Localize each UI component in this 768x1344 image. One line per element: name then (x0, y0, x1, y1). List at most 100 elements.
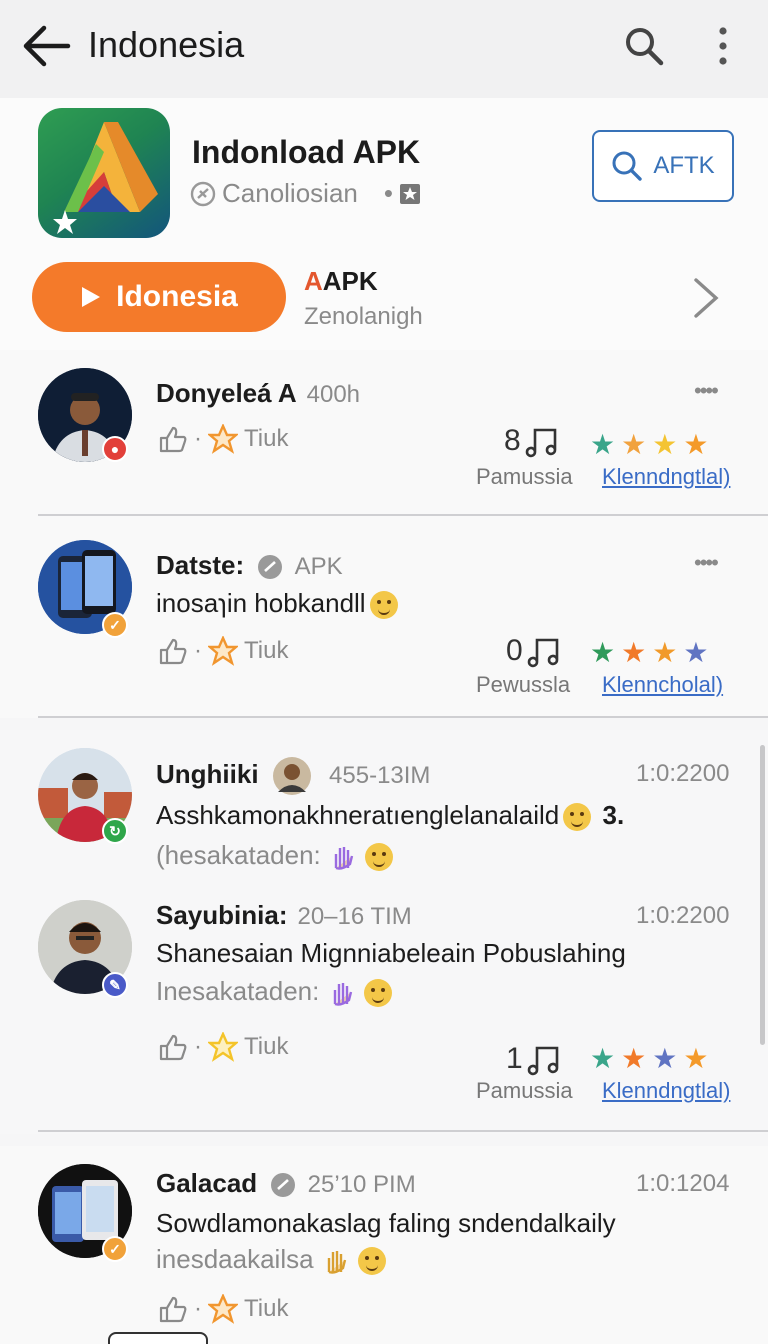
hand-emoji-icon (334, 847, 354, 870)
review-text: inosaɿin hobkandll (156, 588, 398, 620)
thumbs-up-icon[interactable] (158, 637, 188, 665)
divider (38, 514, 768, 516)
more-options-icon[interactable]: •••• (694, 378, 719, 404)
divider (38, 1130, 768, 1132)
rating-star-box-icon (399, 183, 420, 204)
search-icon (612, 151, 643, 181)
hand-emoji-icon (327, 1251, 346, 1274)
smile-emoji-icon (365, 843, 394, 872)
review-text: Sowdlamonakaslag faling sndendalkaily (156, 1208, 616, 1238)
like-label: Tiuk (244, 425, 289, 452)
app-header-card: Indonload APK Canoliosian • AFTK Idonesi… (0, 98, 768, 350)
apk-subtitle: Zenolanigh (304, 303, 423, 330)
review-subtext: (hesakataden: (156, 840, 394, 872)
install-button[interactable]: Idonesia (32, 262, 286, 332)
like-label: Tiuk (244, 637, 289, 664)
reviewer-name: Unghiiki 455-13IM (156, 756, 430, 796)
peeking-chip[interactable] (108, 1332, 208, 1344)
chevron-right-icon[interactable] (690, 274, 722, 322)
star-icon: ★ (652, 429, 678, 460)
separator-dot: • (383, 178, 393, 208)
reviewer-name: Datste: APK (156, 550, 343, 580)
aftk-search-button[interactable]: AFTK (592, 130, 734, 202)
review-text: Shanesaian Mignniabeleain Pobuslahing (156, 938, 626, 968)
star-rating: ★ ★ ★ ★ (590, 1042, 708, 1075)
star-icon: ★ (621, 1043, 647, 1074)
reviewer-name: Donyeleá A 400h (156, 378, 361, 408)
star-rating: ★ ★ ★ ★ (590, 636, 708, 669)
review-time: 1:0:2200 (636, 760, 730, 787)
thumbs-up-icon[interactable] (158, 425, 188, 453)
review-subtext: Inesakataden: (156, 976, 392, 1008)
star-icon: ★ (652, 637, 678, 668)
status-badge: ✎ (102, 972, 128, 998)
star-icon: ★ (590, 1043, 616, 1074)
more-options-icon[interactable] (708, 24, 738, 68)
install-button-label: Idonesia (116, 280, 238, 313)
review-meta: APK (294, 553, 343, 580)
status-badge: ↻ (102, 818, 128, 844)
star-icon: ★ (683, 637, 709, 668)
verified-icon (258, 555, 283, 580)
page-title: Indonesia (88, 24, 245, 65)
apk-info[interactable]: AAPK Zenolanigh (304, 266, 423, 331)
review-meta: 400h (306, 381, 361, 408)
review-actions: · Tiuk (158, 636, 288, 666)
smile-emoji-icon (363, 979, 392, 1008)
stats-label: Pewussla (476, 672, 571, 697)
count: 1 (506, 1042, 561, 1076)
search-icon[interactable] (622, 24, 666, 68)
stats-label: Pamussia (476, 464, 573, 489)
smile-emoji-icon (563, 803, 592, 832)
reviewer-name: Sayubinia: 20–16 TIM (156, 900, 412, 930)
star-icon: ★ (683, 1043, 709, 1074)
review-actions: · Tiuk (158, 1294, 288, 1324)
review-actions: · Tiuk (158, 424, 288, 454)
review-card: ● Donyeleá A 400h •••• · Tiuk 8 ★ ★ ★ ★ Pamu… (0, 350, 768, 518)
review-link[interactable]: Klenndngtlal) (602, 464, 730, 490)
review-card: ✓ Datste: APK •••• inosaɿin hobkandll · … (0, 518, 768, 718)
status-badge: ✓ (102, 1236, 128, 1262)
star-outline-icon[interactable] (208, 1294, 238, 1324)
count: 0 (506, 634, 561, 668)
developer-icon (190, 181, 216, 206)
verified-icon (271, 1173, 296, 1198)
count: 8 (504, 424, 559, 458)
app-icon[interactable] (38, 108, 170, 238)
star-outline-icon[interactable] (208, 636, 238, 666)
developer-name[interactable]: Canoliosian (222, 178, 358, 209)
aftk-button-label: AFTK (653, 152, 715, 179)
review-meta: 455-13IM (329, 761, 431, 789)
app-developer-row: Canoliosian • (190, 178, 421, 209)
review-subtext: inesdaakailsa (156, 1244, 387, 1276)
music-note-icon (527, 638, 558, 668)
star-outline-icon[interactable] (208, 424, 238, 454)
star-icon: ★ (621, 429, 647, 460)
review-text: Asshkamonakhneratıenglelanalaild 3. (156, 800, 625, 832)
thumbs-up-icon[interactable] (158, 1295, 188, 1323)
more-options-icon[interactable]: •••• (694, 550, 719, 576)
like-label: Tiuk (244, 1033, 289, 1060)
top-app-bar: Indonesia (0, 0, 768, 98)
review-card: ✓ Galacad 25’10 PIM 1:0:1204 Sowdlamonak… (0, 1146, 768, 1344)
thumbs-up-icon[interactable] (158, 1033, 188, 1061)
apk-logo: AAPK (304, 266, 378, 296)
star-icon: ★ (621, 637, 647, 668)
star-rating: ★ ★ ★ ★ (590, 428, 708, 461)
status-badge: ✓ (102, 612, 128, 638)
review-link[interactable]: Klenndngtlal) (602, 1078, 730, 1104)
smile-emoji-icon (358, 1247, 387, 1276)
reviewer-name: Galacad 25’10 PIM (156, 1168, 416, 1198)
scrollbar[interactable] (760, 745, 765, 1045)
review-time: 1:0:1204 (636, 1170, 730, 1197)
star-icon: ★ (590, 429, 616, 460)
star-outline-icon[interactable] (208, 1032, 238, 1062)
review-meta: 25’10 PIM (307, 1171, 416, 1198)
app-name: Indonload APK (192, 134, 421, 170)
review-link[interactable]: Klenncholal) (602, 672, 723, 698)
back-arrow-icon[interactable] (20, 22, 72, 70)
like-label: Tiuk (244, 1295, 289, 1322)
status-badge: ● (102, 436, 128, 462)
stats-label: Pamussia (476, 1078, 573, 1103)
music-note-icon (527, 1046, 558, 1076)
